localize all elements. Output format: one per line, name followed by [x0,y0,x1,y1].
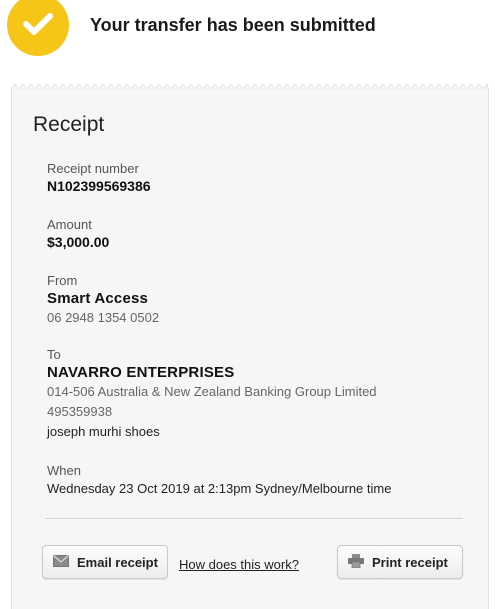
amount-field: Amount $3,000.00 [47,217,109,251]
confirmation-title: Your transfer has been submitted [90,15,376,35]
printer-icon [348,553,364,571]
to-label: To [47,347,61,362]
from-field: From Smart Access 06 2948 1354 0502 [47,273,159,328]
amount-label: Amount [47,217,92,232]
to-account-number: 495359938 [47,404,113,419]
to-bank: 014-506 Australia & New Zealand Banking … [47,384,377,399]
to-field: To NAVARRO ENTERPRISES 014-506 Australia… [47,347,377,442]
email-receipt-label: Email receipt [77,554,158,570]
success-badge [7,0,69,56]
from-label: From [47,273,78,288]
from-account-name: Smart Access [47,290,149,307]
receipt-card: Receipt Receipt number N102399569386 Amo… [11,89,489,609]
confirmation-banner: Your transfer has been submitted [0,0,495,60]
how-does-this-work-link[interactable]: How does this work? [179,557,299,572]
receipt-heading: Receipt [33,113,105,136]
print-receipt-button[interactable]: Print receipt [337,545,463,579]
to-name: NAVARRO ENTERPRISES [47,364,235,381]
when-value: Wednesday 23 Oct 2019 at 2:13pm Sydney/M… [47,481,392,496]
when-label: When [47,463,81,478]
print-receipt-label: Print receipt [372,554,448,570]
amount-value: $3,000.00 [47,234,110,250]
to-reference: joseph murhi shoes [47,424,160,439]
divider [45,518,463,519]
receipt-number-field: Receipt number N102399569386 [47,161,151,195]
checkmark-icon [23,13,53,35]
when-field: When Wednesday 23 Oct 2019 at 2:13pm Syd… [47,463,391,499]
receipt-number-value: N102399569386 [47,178,151,194]
email-receipt-button[interactable]: Email receipt [42,545,168,579]
envelope-icon [53,554,69,570]
receipt-number-label: Receipt number [47,161,139,176]
from-account-number: 06 2948 1354 0502 [47,310,160,325]
